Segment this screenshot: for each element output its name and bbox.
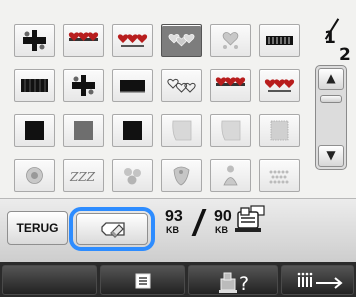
black-bar-pattern-icon	[21, 79, 48, 92]
grey-square-icon	[74, 121, 93, 140]
pattern-button[interactable]	[112, 114, 153, 147]
black-flower-ribbon-icon	[72, 75, 95, 96]
back-button[interactable]: TERUG	[7, 211, 68, 245]
pattern-button[interactable]	[63, 69, 104, 102]
memory-used-unit: KB	[166, 225, 179, 235]
triangle-down-icon: ▼	[326, 148, 336, 162]
embroidery-machine-icon	[235, 205, 265, 232]
silver-hearts-icon	[168, 34, 195, 47]
pattern-button[interactable]	[259, 69, 300, 102]
needle-arrow-icon	[297, 272, 343, 289]
memory-total-unit: KB	[215, 225, 228, 235]
pattern-button[interactable]	[14, 69, 55, 102]
pattern-button[interactable]	[259, 159, 300, 192]
scrollbar[interactable]: ▲ ▼	[315, 65, 347, 170]
black-square-icon	[25, 121, 44, 140]
grey-scroll-motif-icon	[269, 170, 289, 184]
eraser-icon	[101, 222, 125, 238]
pattern-button[interactable]	[210, 114, 251, 147]
scroll-up-button[interactable]: ▲	[318, 68, 344, 90]
pattern-button[interactable]	[210, 159, 251, 192]
grey-bird-motif-icon	[173, 166, 190, 186]
grey-floral-motif-icon	[124, 168, 141, 185]
pattern-button[interactable]	[161, 24, 202, 57]
red-hearts-ribbon-icon	[68, 32, 99, 41]
red-outline-hearts-icon	[167, 78, 196, 93]
bottom-blank-button	[2, 265, 97, 295]
pattern-button[interactable]	[210, 69, 251, 102]
pattern-grid: ZZZ	[14, 24, 314, 192]
black-square-icon	[123, 121, 142, 140]
black-solid-bar-icon	[120, 80, 145, 93]
list-button[interactable]	[100, 265, 185, 295]
pattern-button[interactable]	[14, 114, 55, 147]
list-icon	[135, 273, 151, 289]
black-flower-ribbon-icon	[23, 30, 46, 51]
pattern-button[interactable]	[63, 114, 104, 147]
light-curved-square-icon	[221, 120, 241, 141]
grey-script-motif-icon: ZZZ	[69, 170, 96, 184]
pattern-button[interactable]	[259, 114, 300, 147]
pattern-selection-screen: ZZZ 1 2 ▲ ▼ TERUG 93 KB 90 KB ?	[0, 0, 356, 297]
scroll-down-button[interactable]: ▼	[318, 145, 344, 167]
needle-position-button[interactable]	[281, 265, 354, 295]
grey-heart-cluster-icon	[222, 32, 239, 49]
memory-total-value: 90	[214, 208, 232, 225]
red-hearts-ribbon-small-icon	[264, 79, 295, 92]
pattern-button[interactable]	[14, 159, 55, 192]
pattern-button[interactable]	[161, 159, 202, 192]
light-curved-square-icon	[172, 120, 192, 141]
pattern-button[interactable]	[112, 24, 153, 57]
pattern-button[interactable]	[161, 114, 202, 147]
memory-used-value: 93	[165, 208, 183, 225]
pattern-button[interactable]	[63, 24, 104, 57]
black-barcode-band-icon	[266, 36, 293, 45]
scroll-thumb[interactable]	[320, 95, 342, 103]
svg-text:?: ?	[239, 273, 249, 295]
light-dotted-square-icon	[270, 120, 289, 141]
red-hearts-ribbon-small-icon	[117, 34, 148, 47]
pattern-button[interactable]	[210, 24, 251, 57]
svg-text:ZZZ: ZZZ	[69, 170, 96, 184]
pattern-button[interactable]: ZZZ	[63, 159, 104, 192]
help-button[interactable]: ?	[188, 265, 278, 295]
grey-figure-motif-icon	[223, 165, 238, 186]
pattern-button[interactable]	[161, 69, 202, 102]
delete-button[interactable]	[76, 213, 148, 245]
page-indicator: 1 2	[320, 18, 354, 66]
pattern-button[interactable]	[259, 24, 300, 57]
pattern-button[interactable]	[112, 159, 153, 192]
machine-help-icon: ?	[219, 272, 249, 295]
pattern-button[interactable]	[14, 24, 55, 57]
grey-round-motif-icon	[26, 167, 43, 184]
pattern-button[interactable]	[112, 69, 153, 102]
page-total: 2	[339, 45, 351, 65]
red-hearts-ribbon-icon	[215, 77, 246, 86]
triangle-up-icon: ▲	[326, 71, 336, 85]
